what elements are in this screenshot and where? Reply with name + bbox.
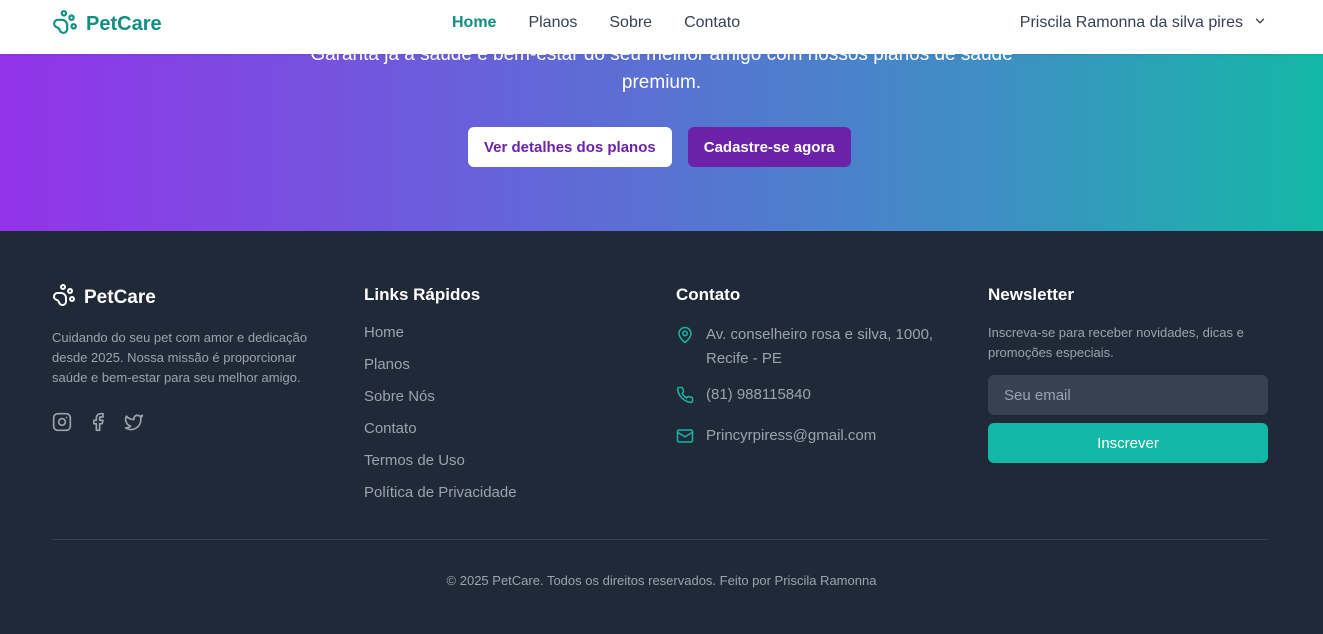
footer-link-termos[interactable]: Termos de Uso xyxy=(364,452,465,469)
newsletter-title: Newsletter xyxy=(988,285,1074,304)
footer-newsletter-column: Newsletter Inscreva-se para receber novi… xyxy=(988,283,1268,463)
links-title: Links Rápidos xyxy=(364,285,481,304)
contact-address: Av. conselheiro rosa e silva, 1000, Reci… xyxy=(676,323,966,371)
top-navbar: PetCare Home Planos Sobre Contato Prisci… xyxy=(0,0,1323,54)
phone-icon xyxy=(676,386,694,412)
mail-icon xyxy=(676,427,694,453)
nav-item-home[interactable]: Home xyxy=(452,14,496,32)
brand-logo[interactable]: PetCare xyxy=(52,9,162,40)
footer: PetCare Cuidando do seu pet com amor e d… xyxy=(0,231,1323,634)
main-nav: Home Planos Sobre Contato xyxy=(452,0,740,46)
footer-contact-column: Contato Av. conselheiro rosa e silva, 10… xyxy=(676,283,966,465)
nav-item-planos[interactable]: Planos xyxy=(528,14,577,32)
footer-brand-name: PetCare xyxy=(84,286,156,308)
newsletter-email-input[interactable] xyxy=(988,375,1268,415)
paw-icon xyxy=(52,283,76,312)
hero-subtitle-line2: premium. xyxy=(621,72,702,93)
view-plans-button[interactable]: Ver detalhes dos planos xyxy=(468,127,672,167)
map-pin-icon xyxy=(676,326,694,371)
brand-name: PetCare xyxy=(86,13,162,35)
user-name: Priscila Ramonna da silva pires xyxy=(1019,14,1243,31)
phone-text: (81) 988115840 xyxy=(706,386,811,403)
email-text: Princyrpiress@gmail.com xyxy=(706,427,877,444)
nav-item-contato[interactable]: Contato xyxy=(684,14,740,32)
address-text: Av. conselheiro rosa e silva, 1000, Reci… xyxy=(706,326,934,367)
contact-list: Av. conselheiro rosa e silva, 1000, Reci… xyxy=(676,323,966,453)
contact-email: Princyrpiress@gmail.com xyxy=(676,424,966,453)
subscribe-button[interactable]: Inscrever xyxy=(988,423,1268,463)
facebook-icon[interactable] xyxy=(88,412,108,432)
contact-phone: (81) 988115840 xyxy=(676,383,966,412)
footer-about-text: Cuidando do seu pet com amor e dedicação… xyxy=(52,330,308,385)
nav-item-sobre[interactable]: Sobre xyxy=(609,14,652,32)
hero-buttons: Ver detalhes dos planos Cadastre-se agor… xyxy=(468,127,851,167)
user-menu[interactable]: Priscila Ramonna da silva pires xyxy=(1020,0,1267,46)
quick-links-list: Home Planos Sobre Nós Contato Termos de … xyxy=(364,323,644,515)
paw-icon xyxy=(52,9,78,40)
copyright-text: © 2025 PetCare. Todos os direitos reserv… xyxy=(446,573,877,588)
footer-link-planos[interactable]: Planos xyxy=(364,356,410,373)
chevron-down-icon xyxy=(1253,14,1267,33)
newsletter-text: Inscreva-se para receber novidades, dica… xyxy=(988,325,1244,360)
footer-about-column: PetCare Cuidando do seu pet com amor e d… xyxy=(52,283,332,432)
contact-title: Contato xyxy=(676,285,741,304)
social-links xyxy=(52,412,332,432)
instagram-icon[interactable] xyxy=(52,412,72,432)
footer-link-privacidade[interactable]: Política de Privacidade xyxy=(364,484,517,501)
footer-link-sobre-nos[interactable]: Sobre Nós xyxy=(364,388,435,405)
footer-logo: PetCare xyxy=(52,283,332,312)
footer-link-home[interactable]: Home xyxy=(364,324,404,341)
signup-button[interactable]: Cadastre-se agora xyxy=(687,127,851,167)
twitter-icon[interactable] xyxy=(124,412,144,432)
footer-link-contato[interactable]: Contato xyxy=(364,420,417,437)
footer-links-column: Links Rápidos Home Planos Sobre Nós Cont… xyxy=(364,283,644,515)
footer-divider xyxy=(52,539,1268,540)
